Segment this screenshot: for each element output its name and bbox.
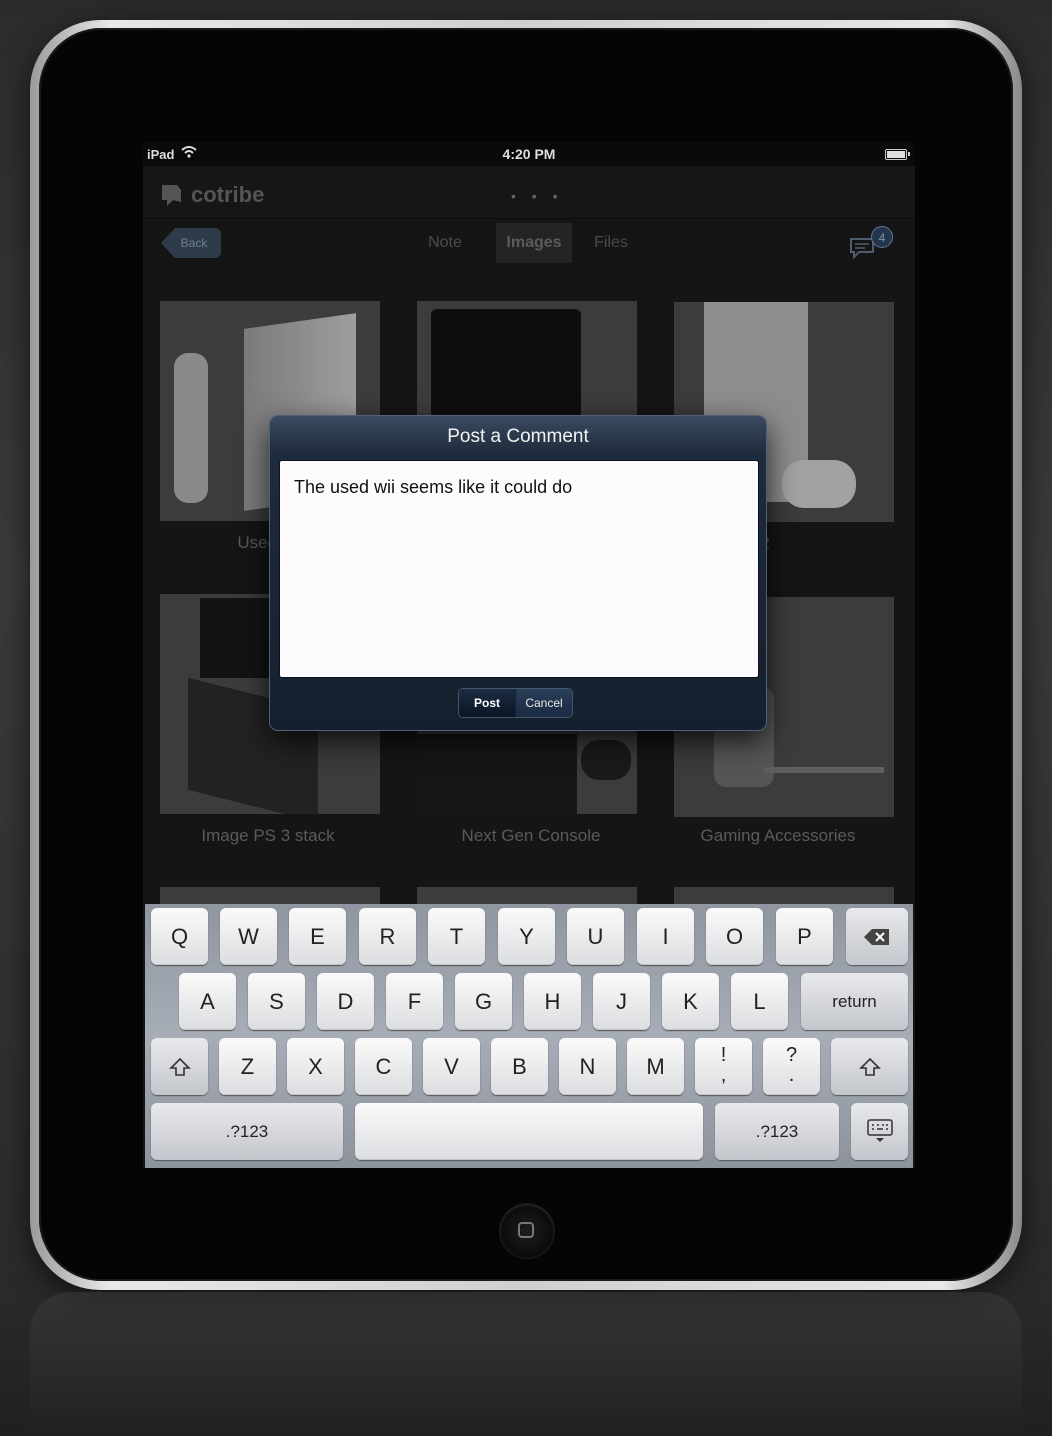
key-c[interactable]: C (355, 1038, 412, 1095)
xbox-controller-image (782, 460, 856, 508)
tab-note[interactable]: Note (413, 223, 477, 263)
return-key[interactable]: return (801, 973, 908, 1030)
dialog-button-group: Post Cancel (459, 689, 572, 717)
status-time: 4:20 PM (502, 146, 556, 162)
key-i[interactable]: I (637, 908, 694, 965)
hide-keyboard-key[interactable] (851, 1103, 908, 1160)
shift-key-right[interactable] (831, 1038, 908, 1095)
toolbar: Back Note Images Files 4 (143, 219, 915, 269)
key-y[interactable]: Y (498, 908, 555, 965)
numbers-key-left[interactable]: .?123 (151, 1103, 343, 1160)
key-exclaim-comma[interactable]: ! , (695, 1038, 752, 1095)
tab-files[interactable]: Files (583, 223, 639, 263)
key-p[interactable]: P (776, 908, 833, 965)
backspace-key[interactable] (846, 908, 908, 965)
key-b[interactable]: B (491, 1038, 548, 1095)
wii-remote-image (174, 353, 208, 503)
caption-image-ps3-stack: Image PS 3 stack (201, 826, 335, 845)
key-j[interactable]: J (593, 973, 650, 1030)
caption-gaming-accessories: Gaming Accessories (700, 826, 856, 845)
key-w[interactable]: W (220, 908, 277, 965)
racing-frame-image (764, 767, 884, 773)
key-r[interactable]: R (359, 908, 416, 965)
page-indicator: • • • (511, 188, 564, 204)
key-v[interactable]: V (423, 1038, 480, 1095)
status-bar: iPad 4:20 PM (143, 142, 915, 166)
comment-textarea[interactable]: The used wii seems like it could do (279, 460, 759, 678)
shift-icon (168, 1057, 191, 1076)
key-q[interactable]: Q (151, 908, 208, 965)
shift-icon (858, 1057, 881, 1076)
tab-images[interactable]: Images (496, 223, 572, 263)
key-g[interactable]: G (455, 973, 512, 1030)
caption-next-gen-console: Next Gen Console (461, 826, 601, 845)
key-period-label: . (788, 1064, 795, 1086)
key-f[interactable]: F (386, 973, 443, 1030)
key-question-period[interactable]: ? . (763, 1038, 820, 1095)
key-u[interactable]: U (567, 908, 624, 965)
post-button[interactable]: Post (459, 689, 515, 717)
key-h[interactable]: H (524, 973, 581, 1030)
space-key[interactable] (355, 1103, 703, 1160)
key-x[interactable]: X (287, 1038, 344, 1095)
comment-count-badge: 4 (871, 226, 893, 248)
dialog-title: Post a Comment (447, 426, 589, 447)
key-s[interactable]: S (248, 973, 305, 1030)
ps3-console-image (431, 309, 581, 419)
key-e[interactable]: E (289, 908, 346, 965)
key-m[interactable]: M (627, 1038, 684, 1095)
battery-icon (885, 149, 910, 160)
key-comma-label: , (720, 1064, 727, 1086)
backspace-icon (864, 929, 889, 945)
key-question-label: ? (785, 1044, 798, 1066)
key-n[interactable]: N (559, 1038, 616, 1095)
key-l[interactable]: L (731, 973, 788, 1030)
key-exclaim-label: ! (720, 1044, 727, 1066)
app-logo: cotribe (191, 182, 265, 207)
key-k[interactable]: K (662, 973, 719, 1030)
onscreen-keyboard: Q W E R T Y U I O P A S D F G H J K L re… (145, 904, 913, 1168)
key-t[interactable]: T (428, 908, 485, 965)
key-a[interactable]: A (179, 973, 236, 1030)
ps3-slim-image (417, 734, 577, 814)
logo-icon (162, 185, 181, 206)
key-d[interactable]: D (317, 973, 374, 1030)
post-comment-dialog: Post a Comment The used wii seems like i… (270, 416, 766, 730)
cancel-button[interactable]: Cancel (516, 689, 572, 717)
keyboard-hide-icon (866, 1119, 893, 1142)
numbers-key-right[interactable]: .?123 (715, 1103, 839, 1160)
home-button[interactable] (500, 1204, 554, 1258)
ps3-controller-image (581, 740, 631, 780)
home-square-icon (518, 1222, 534, 1238)
key-z[interactable]: Z (219, 1038, 276, 1095)
device-reflection (30, 1292, 1022, 1436)
app-header: cotribe • • • (143, 166, 915, 219)
shift-key-left[interactable] (151, 1038, 208, 1095)
back-button[interactable]: Back (161, 228, 221, 258)
key-o[interactable]: O (706, 908, 763, 965)
